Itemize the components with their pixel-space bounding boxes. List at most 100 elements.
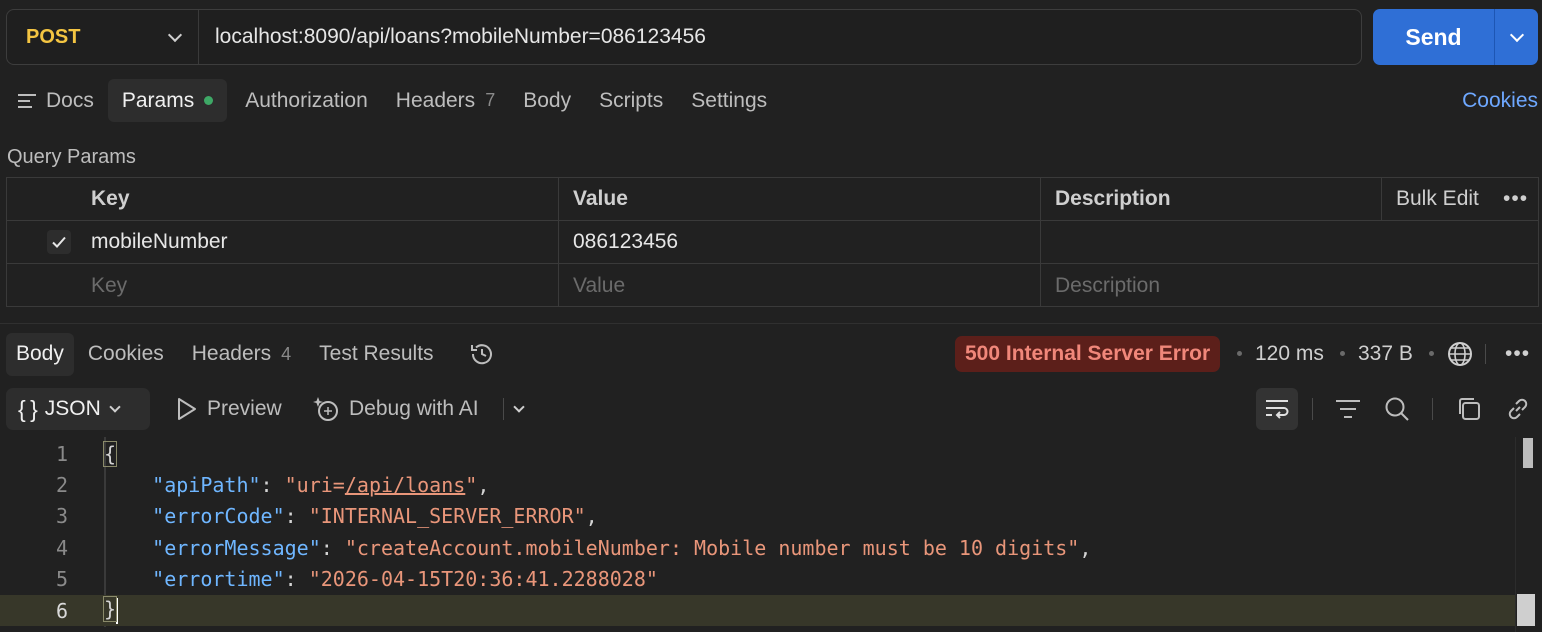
json-value: "INTERNAL_SERVER_ERROR" xyxy=(308,503,586,528)
search-button[interactable] xyxy=(1376,388,1418,430)
new-key-input[interactable]: Key xyxy=(91,264,127,307)
bulk-edit-button[interactable]: Bulk Edit xyxy=(1396,178,1479,220)
table-header-row: Key Value Description Bulk Edit ••• xyxy=(7,178,1538,221)
method-selector[interactable]: POST xyxy=(7,10,199,64)
param-enabled-checkbox[interactable] xyxy=(47,230,71,254)
new-description-input[interactable]: Description xyxy=(1055,264,1160,307)
cookies-link[interactable]: Cookies xyxy=(1462,89,1538,113)
history-button[interactable] xyxy=(448,333,510,376)
table-row: mobileNumber 086123456 xyxy=(7,221,1538,264)
param-key[interactable]: mobileNumber xyxy=(91,221,228,263)
url-input[interactable] xyxy=(199,10,1361,64)
response-tabs: Body Cookies Headers 4 Test Results xyxy=(6,332,510,376)
divider xyxy=(1312,398,1313,420)
copy-link-button[interactable] xyxy=(1497,388,1539,430)
tab-headers[interactable]: Headers 7 xyxy=(382,79,509,122)
tab-params[interactable]: Params xyxy=(107,79,228,122)
tab-response-headers[interactable]: Headers 4 xyxy=(178,333,305,376)
tab-authorization[interactable]: Authorization xyxy=(231,79,382,122)
response-body-editor[interactable]: 1 { 2 "apiPath": "uri=/api/loans", 3 "er… xyxy=(0,437,1542,632)
tab-test-results[interactable]: Test Results xyxy=(305,333,447,376)
chevron-down-icon xyxy=(167,27,183,42)
tab-body[interactable]: Body xyxy=(509,79,585,122)
copy-button[interactable] xyxy=(1448,388,1490,430)
table-row-placeholder: Key Value Description xyxy=(7,264,1538,307)
json-value: "createAccount.mobileNumber: Mobile numb… xyxy=(344,535,1080,560)
line-number: 5 xyxy=(55,566,68,591)
json-key: "apiPath" xyxy=(152,472,261,497)
code-line: 1 { xyxy=(0,438,1516,469)
json-value: "2026-04-15T20:36:41.2288028" xyxy=(308,566,658,591)
separator-dot xyxy=(1237,351,1242,356)
debug-label: Debug with AI xyxy=(349,397,479,420)
json-key: "errorMessage" xyxy=(152,535,321,560)
line-number: 3 xyxy=(55,503,68,528)
line-number: 2 xyxy=(55,472,68,497)
tab-label: Params xyxy=(121,88,195,112)
tab-label: Docs xyxy=(46,88,94,112)
tab-docs[interactable]: Docs xyxy=(6,79,108,122)
tab-response-cookies[interactable]: Cookies xyxy=(74,333,178,376)
docs-icon xyxy=(18,93,36,108)
tab-label: Body xyxy=(16,342,64,365)
json-value-link[interactable]: /api/loans xyxy=(345,473,465,497)
modified-indicator-icon xyxy=(204,96,214,105)
code-line: 2 "apiPath": "uri=/api/loans", xyxy=(0,469,1516,500)
tab-label: Body xyxy=(523,88,572,112)
json-key: "errorCode" xyxy=(152,503,285,528)
wrap-icon xyxy=(1266,400,1289,419)
url-bar: POST xyxy=(6,9,1362,65)
filter-button[interactable] xyxy=(1327,388,1369,430)
pane-divider[interactable] xyxy=(0,323,1542,324)
new-value-input[interactable]: Value xyxy=(573,264,625,307)
send-button-group: Send xyxy=(1373,9,1538,65)
network-info-button[interactable] xyxy=(1446,336,1474,372)
separator-dot xyxy=(1429,351,1434,356)
send-options-button[interactable] xyxy=(1495,9,1538,65)
status-badge[interactable]: 500 Internal Server Error xyxy=(955,336,1221,372)
chevron-down-icon xyxy=(513,400,525,413)
globe-icon xyxy=(1448,342,1472,366)
history-icon xyxy=(470,344,492,365)
format-selector[interactable]: { } JSON xyxy=(6,388,150,430)
param-value[interactable]: 086123456 xyxy=(573,221,678,263)
preview-button[interactable]: Preview xyxy=(175,388,282,430)
json-value-prefix: "uri= xyxy=(284,472,345,497)
response-size[interactable]: 337 B xyxy=(1358,336,1413,372)
tab-label: Scripts xyxy=(599,88,664,112)
json-key: "errortime" xyxy=(152,566,285,591)
scrollbar-thumb[interactable] xyxy=(1523,438,1533,468)
headers-count: 7 xyxy=(485,90,496,110)
debug-options-button[interactable] xyxy=(498,388,540,430)
tab-settings[interactable]: Settings xyxy=(677,79,781,122)
chevron-down-icon xyxy=(1509,27,1524,42)
search-icon xyxy=(1385,397,1409,421)
tab-scripts[interactable]: Scripts xyxy=(585,79,677,122)
send-button[interactable]: Send xyxy=(1373,9,1495,65)
query-params-title: Query Params xyxy=(7,146,136,168)
line-number: 4 xyxy=(55,535,68,560)
divider xyxy=(1485,344,1486,364)
editor-scrollbar-track[interactable] xyxy=(1515,437,1516,632)
divider xyxy=(1432,398,1433,420)
response-time[interactable]: 120 ms xyxy=(1255,336,1324,372)
wrap-lines-button[interactable] xyxy=(1256,388,1298,430)
chevron-down-icon xyxy=(109,400,121,413)
method-label: POST xyxy=(26,25,81,48)
more-options-icon[interactable]: ••• xyxy=(1503,178,1528,220)
tab-label: Settings xyxy=(691,88,768,112)
more-options-icon[interactable]: ••• xyxy=(1505,336,1530,372)
debug-with-ai-button[interactable]: Debug with AI xyxy=(313,388,479,430)
filter-icon xyxy=(1336,400,1360,418)
code-line: 5 "errortime": "2026-04-15T20:36:41.2288… xyxy=(0,563,1516,594)
code-line: 3 "errorCode": "INTERNAL_SERVER_ERROR", xyxy=(0,500,1516,531)
link-icon xyxy=(1508,398,1528,420)
json-braces-icon: { } xyxy=(18,395,38,422)
code-line-current: 6 } xyxy=(0,595,1516,626)
header-description: Description xyxy=(1055,187,1171,210)
tab-response-body[interactable]: Body xyxy=(6,332,74,376)
headers-count: 4 xyxy=(281,343,292,364)
tab-label: Headers xyxy=(395,88,476,112)
copy-icon xyxy=(1459,398,1480,420)
header-key: Key xyxy=(91,187,130,210)
